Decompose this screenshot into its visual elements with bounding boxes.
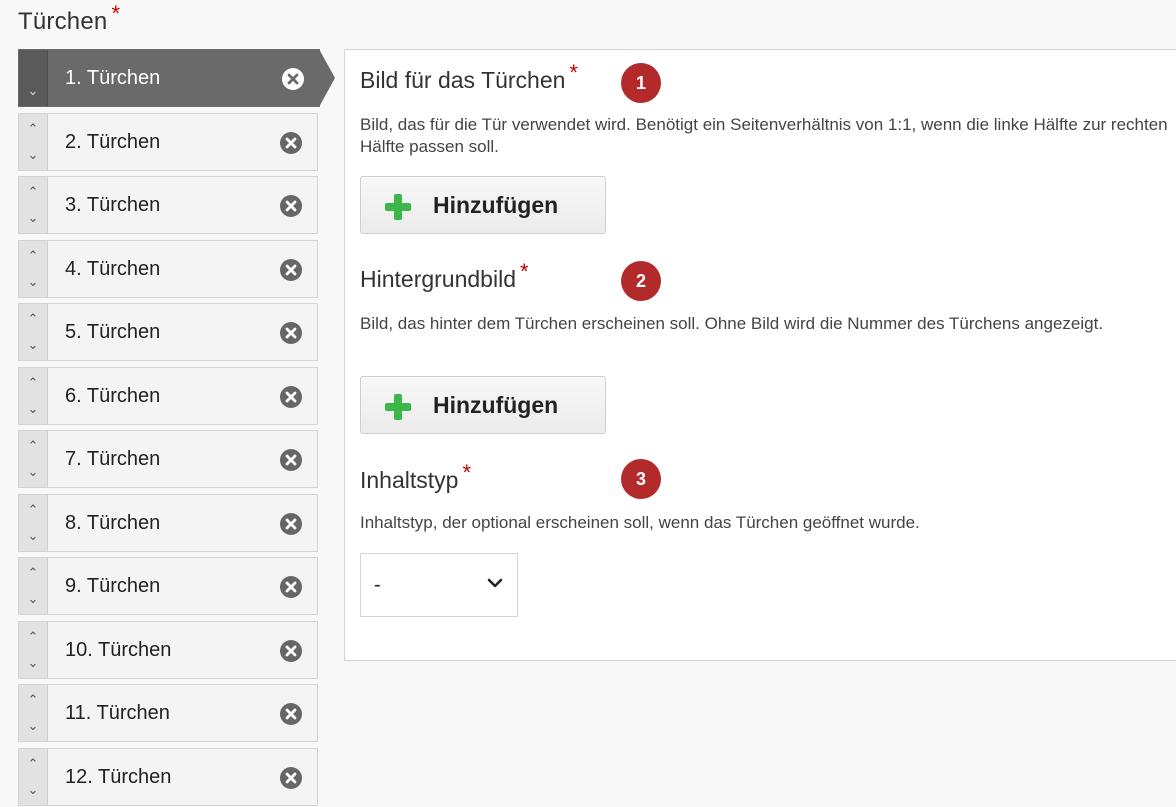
- chevron-up-icon[interactable]: ⌃: [24, 312, 42, 328]
- background-field-label-text: Hintergrundbild: [360, 266, 516, 292]
- content-type-field-label-text: Inhaltstyp: [360, 467, 459, 493]
- chevron-up-icon[interactable]: ⌃: [24, 122, 42, 138]
- image-field-label: Bild für das Türchen *: [360, 60, 578, 94]
- chevron-down-icon[interactable]: ⌄: [24, 783, 42, 799]
- close-circle-icon[interactable]: [280, 513, 302, 535]
- chevron-down-icon[interactable]: ⌄: [24, 275, 42, 291]
- door-item-label: 4. Türchen: [65, 258, 161, 280]
- chevron-up-icon[interactable]: ⌃: [24, 249, 42, 265]
- content-type-field-description: Inhaltstyp, der optional erscheinen soll…: [360, 513, 920, 532]
- chevron-up-icon[interactable]: ⌃: [24, 630, 42, 646]
- chevron-up-icon[interactable]: ⌃: [24, 757, 42, 773]
- required-mark: *: [111, 1, 121, 26]
- door-item-label: 3. Türchen: [65, 194, 161, 216]
- close-circle-icon[interactable]: [280, 576, 302, 598]
- plus-icon: [385, 194, 411, 220]
- reorder-handle: ⌃ ⌄: [19, 368, 48, 424]
- door-item-label: 5. Türchen: [65, 321, 161, 343]
- chevron-up-icon[interactable]: ⌃: [24, 693, 42, 709]
- step-badge-3: 3: [621, 459, 661, 499]
- reorder-handle: ⌃ ⌄: [19, 431, 48, 487]
- door-item-label: 6. Türchen: [65, 385, 161, 407]
- chevron-down-icon[interactable]: ⌄: [24, 656, 42, 672]
- close-circle-icon[interactable]: [282, 68, 304, 90]
- door-item-label: 11. Türchen: [65, 702, 170, 724]
- content-type-selected-value: -: [374, 574, 381, 596]
- chevron-down-icon[interactable]: ⌄: [24, 529, 42, 545]
- door-editor-panel: Bild für das Türchen * 1 Bild, das für di…: [344, 49, 1176, 661]
- chevron-up-icon[interactable]: ⌃: [24, 185, 42, 201]
- add-image-button-label: Hinzufügen: [433, 192, 559, 218]
- chevron-down-icon: [487, 578, 503, 588]
- reorder-handle: ⌃ ⌄: [19, 685, 48, 741]
- close-circle-icon[interactable]: [280, 767, 302, 789]
- required-mark: *: [462, 460, 472, 485]
- step-badge-1: 1: [621, 63, 661, 103]
- chevron-up-icon[interactable]: ⌃: [24, 566, 42, 582]
- chevron-down-icon[interactable]: ⌄: [24, 592, 42, 608]
- content-type-field-label: Inhaltstyp *: [360, 460, 471, 494]
- reorder-handle: ⌃ ⌄: [19, 558, 48, 614]
- add-background-button[interactable]: Hinzufügen: [360, 376, 606, 434]
- close-circle-icon[interactable]: [280, 386, 302, 408]
- door-item[interactable]: ⌃ ⌄ 5. Türchen: [18, 303, 318, 361]
- content-type-select[interactable]: -: [360, 553, 518, 617]
- reorder-handle: ⌃ ⌄: [19, 495, 48, 551]
- background-field-label: Hintergrundbild *: [360, 259, 529, 293]
- door-item[interactable]: ⌃ ⌄ 6. Türchen: [18, 367, 318, 425]
- door-item-label: 2. Türchen: [65, 131, 161, 153]
- reorder-handle: ⌃ ⌄: [19, 304, 48, 360]
- reorder-handle: ⌃ ⌄: [19, 622, 48, 678]
- door-item-label: 7. Türchen: [65, 448, 161, 470]
- close-circle-icon[interactable]: [280, 703, 302, 725]
- door-item-label: 12. Türchen: [65, 766, 172, 788]
- chevron-down-icon[interactable]: ⌄: [24, 465, 42, 481]
- door-item[interactable]: ⌃ ⌄ 7. Türchen: [18, 430, 318, 488]
- door-item-label: 9. Türchen: [65, 575, 161, 597]
- door-item[interactable]: ⌃ ⌄ 8. Türchen: [18, 494, 318, 552]
- door-item[interactable]: ⌃ ⌄ 10. Türchen: [18, 621, 318, 679]
- chevron-down-icon[interactable]: ⌄: [24, 402, 42, 418]
- door-item[interactable]: ⌃ ⌄ 12. Türchen: [18, 748, 318, 806]
- chevron-down-icon[interactable]: ⌄: [24, 84, 42, 100]
- chevron-down-icon[interactable]: ⌄: [24, 719, 42, 735]
- reorder-handle: ⌃ ⌄: [19, 177, 48, 233]
- close-circle-icon[interactable]: [280, 259, 302, 281]
- page-title: Türchen *: [18, 1, 120, 36]
- chevron-up-icon[interactable]: ⌃: [24, 376, 42, 392]
- door-item-label: 10. Türchen: [65, 639, 172, 661]
- close-circle-icon[interactable]: [280, 132, 302, 154]
- chevron-down-icon[interactable]: ⌄: [24, 338, 42, 354]
- chevron-up-icon[interactable]: ⌃: [24, 503, 42, 519]
- page-title-text: Türchen: [18, 8, 108, 35]
- plus-icon: [385, 394, 411, 420]
- door-item-label: 1. Türchen: [65, 67, 161, 89]
- close-circle-icon[interactable]: [280, 195, 302, 217]
- image-field-label-text: Bild für das Türchen: [360, 67, 566, 93]
- door-item[interactable]: ⌄ 1. Türchen: [18, 49, 335, 107]
- reorder-handle: ⌃ ⌄: [19, 749, 48, 805]
- image-field-description: Bild, das für die Tür verwendet wird. Be…: [360, 115, 1168, 156]
- reorder-handle: ⌃ ⌄: [19, 241, 48, 297]
- close-circle-icon[interactable]: [280, 322, 302, 344]
- door-item-label: 8. Türchen: [65, 512, 161, 534]
- reorder-handle: ⌄: [19, 50, 48, 106]
- required-mark: *: [519, 259, 529, 284]
- add-background-button-label: Hinzufügen: [433, 392, 559, 418]
- close-circle-icon[interactable]: [280, 640, 302, 662]
- step-badge-2: 2: [621, 261, 661, 301]
- door-item[interactable]: ⌃ ⌄ 9. Türchen: [18, 557, 318, 615]
- chevron-down-icon[interactable]: ⌄: [24, 211, 42, 227]
- add-image-button[interactable]: Hinzufügen: [360, 176, 606, 234]
- chevron-down-icon[interactable]: ⌄: [24, 148, 42, 164]
- chevron-up-icon[interactable]: ⌃: [24, 439, 42, 455]
- required-mark: *: [569, 60, 578, 85]
- door-item[interactable]: ⌃ ⌄ 2. Türchen: [18, 113, 318, 171]
- reorder-handle: ⌃ ⌄: [19, 114, 48, 170]
- background-field-description: Bild, das hinter dem Türchen erscheinen …: [360, 314, 1104, 333]
- close-circle-icon[interactable]: [280, 449, 302, 471]
- door-item[interactable]: ⌃ ⌄ 3. Türchen: [18, 176, 318, 234]
- door-item[interactable]: ⌃ ⌄ 4. Türchen: [18, 240, 318, 298]
- door-item[interactable]: ⌃ ⌄ 11. Türchen: [18, 684, 318, 742]
